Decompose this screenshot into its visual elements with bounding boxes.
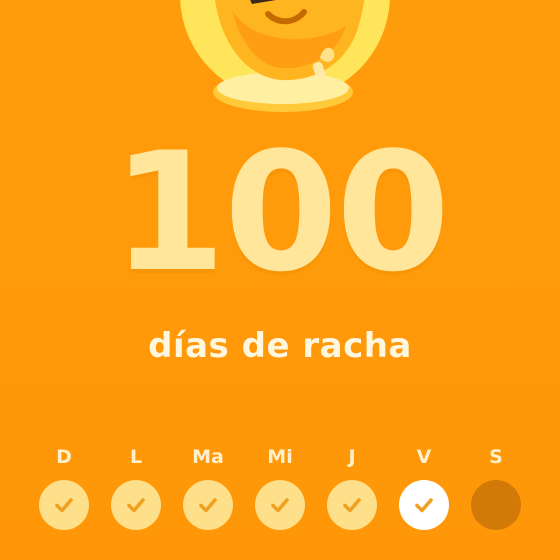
day-completed-indicator <box>255 480 305 530</box>
day-completed-indicator <box>39 480 89 530</box>
check-icon <box>415 498 433 513</box>
day-monday: L <box>110 442 162 530</box>
day-label: D <box>56 446 72 468</box>
day-label: V <box>416 446 432 468</box>
day-label: L <box>129 446 143 468</box>
day-label: S <box>489 446 503 468</box>
day-today-indicator <box>399 480 449 530</box>
day-tuesday: Ma <box>182 442 234 530</box>
streak-label: días de racha <box>148 326 412 366</box>
day-saturday: S <box>470 442 522 530</box>
day-label: Ma <box>192 446 224 468</box>
check-icon <box>199 498 217 513</box>
week-progress: D L Ma Mi J V S <box>38 442 522 530</box>
streak-count: 100 <box>111 117 450 308</box>
day-friday: V <box>398 442 450 530</box>
day-thursday: J <box>326 442 378 530</box>
day-completed-indicator <box>111 480 161 530</box>
check-icon <box>271 498 289 513</box>
flame-mascot-icon <box>170 0 400 130</box>
day-wednesday: Mi <box>254 442 306 530</box>
day-label: Mi <box>267 446 293 468</box>
check-icon <box>343 498 361 513</box>
day-completed-indicator <box>183 480 233 530</box>
day-pending-indicator <box>471 480 521 530</box>
day-sunday: D <box>38 442 90 530</box>
check-icon <box>127 498 145 513</box>
check-icon <box>55 498 73 513</box>
day-label: J <box>348 446 356 468</box>
day-completed-indicator <box>327 480 377 530</box>
streak-screen: 100 días de racha D L Ma Mi J V S <box>0 0 560 560</box>
